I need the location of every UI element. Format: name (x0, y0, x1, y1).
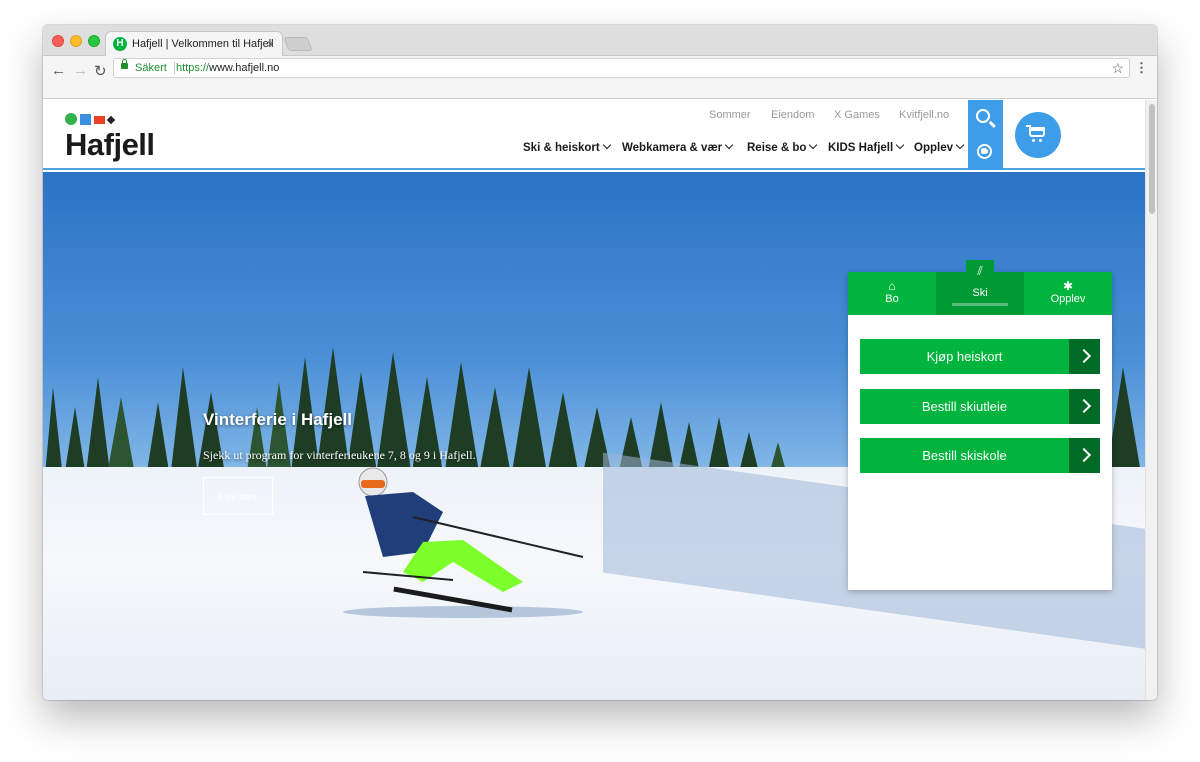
minimize-window-button[interactable] (70, 35, 82, 47)
chevron-down-icon (724, 140, 734, 150)
read-more-button[interactable]: Les mer (203, 477, 273, 515)
security-label: Säkert (135, 62, 167, 74)
tab-title: Hafjell | Velkommen til Hafjell (132, 38, 274, 50)
chevron-down-icon (809, 140, 818, 150)
new-tab-button[interactable] (283, 37, 313, 51)
bookmark-star-icon[interactable]: ☆ (1111, 60, 1124, 77)
ski-icon: ⫽ (966, 260, 994, 284)
active-tab-indicator (952, 303, 1008, 306)
house-icon: ⌂ (888, 279, 896, 293)
tab-strip: H Hafjell | Velkommen til Hafjell × (43, 25, 1157, 57)
close-window-button[interactable] (52, 35, 64, 47)
button-label: Kjøp heiskort (926, 349, 1003, 364)
site-header: Hafjell Sommer Eiendom X Games Kvitfjell… (43, 100, 1145, 170)
tab-close-icon[interactable]: × (267, 37, 274, 51)
chevron-right-icon (1069, 389, 1100, 424)
skier-image (343, 467, 584, 618)
logo-text: Hafjell (65, 127, 155, 162)
hero-subtitle: Sjekk ut program for vinterferieukene 7,… (203, 448, 476, 462)
maximize-window-button[interactable] (88, 35, 100, 47)
chevron-down-icon (955, 140, 965, 150)
widget-tabs: ⌂ Bo Ski ✱ Opplev ⫽ (848, 260, 1112, 315)
back-arrow-icon[interactable]: ← (51, 62, 66, 79)
search-icon[interactable] (976, 109, 990, 123)
tab-bo-label: Bo (885, 293, 899, 305)
page-scrollbar[interactable] (1145, 100, 1157, 700)
button-label: Bestill skiutleie (921, 399, 1008, 414)
forward-arrow-icon[interactable]: → (73, 62, 88, 79)
address-bar[interactable]: Säkert https://www.hafjell.no ☆ (113, 58, 1130, 78)
booking-widget: ⌂ Bo Ski ✱ Opplev ⫽ Kjøp heiskort Bestil… (848, 260, 1112, 590)
browser-window: H Hafjell | Velkommen til Hafjell × ← → … (43, 25, 1157, 700)
tab-opplev[interactable]: ✱ Opplev (1024, 272, 1112, 315)
scrollbar-thumb[interactable] (1149, 104, 1155, 214)
tab-ski-label: Ski (972, 287, 988, 299)
globe-icon[interactable] (977, 144, 992, 159)
reload-icon[interactable]: ↻ (94, 62, 107, 80)
header-tools (968, 100, 1003, 170)
tab-bo[interactable]: ⌂ Bo (848, 272, 936, 315)
url-host: www.hafjell.no (209, 62, 280, 74)
book-ski-school-button[interactable]: Bestill skiskole (860, 438, 1100, 473)
chevron-down-icon (602, 140, 611, 150)
top-link-kvitfjell[interactable]: Kvitfjell.no (899, 109, 949, 121)
url-scheme: https:// (176, 62, 210, 74)
tab-opplev-label: Opplev (1050, 293, 1086, 305)
browser-toolbar: ← → ↻ Säkert https://www.hafjell.no ☆ ⋮ (43, 56, 1157, 99)
hiker-icon: ✱ (1062, 279, 1074, 293)
top-link-sommer[interactable]: Sommer (709, 109, 751, 121)
web-page: Hafjell Sommer Eiendom X Games Kvitfjell… (43, 100, 1145, 700)
browser-menu-icon[interactable]: ⋮ (1135, 60, 1148, 76)
top-link-xgames[interactable]: X Games (834, 109, 880, 121)
url-text[interactable]: https://www.hafjell.no (176, 62, 279, 74)
nav-item-webkamera[interactable]: Webkamera & vær (622, 140, 734, 154)
nav-item-ski-heiskort[interactable]: Ski & heiskort (523, 140, 611, 154)
nav-item-reise-bo[interactable]: Reise & bo (747, 140, 818, 154)
book-ski-rental-button[interactable]: Bestill skiutleie (860, 389, 1100, 424)
top-link-eiendom[interactable]: Eiendom (771, 109, 814, 121)
chevron-right-icon (1069, 438, 1100, 473)
button-label: Bestill skiskole (922, 448, 1007, 463)
hero-title: Vinterferie i Hafjell (203, 410, 352, 429)
chevron-right-icon (1069, 339, 1100, 374)
cart-icon (1026, 125, 1045, 142)
buy-lift-pass-button[interactable]: Kjøp heiskort (860, 339, 1100, 374)
lock-icon (121, 59, 128, 69)
nav-item-kids[interactable]: KIDS Hafjell (828, 140, 905, 154)
cart-button[interactable] (1015, 112, 1061, 158)
chevron-down-icon (895, 140, 905, 150)
address-divider (174, 62, 175, 74)
browser-tab[interactable]: H Hafjell | Velkommen til Hafjell × (105, 31, 283, 57)
logo-mark-icon (65, 113, 125, 127)
favicon-icon: H (113, 37, 127, 51)
nav-item-opplev[interactable]: Opplev (914, 140, 965, 154)
